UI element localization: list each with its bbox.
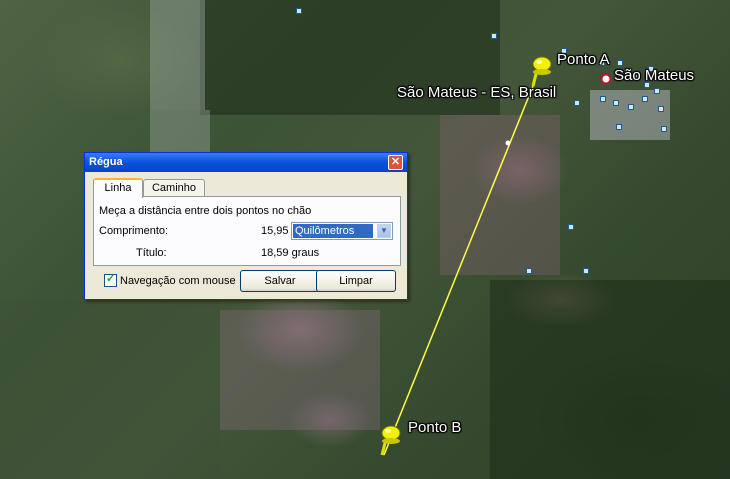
tab-caminho[interactable]: Caminho	[143, 179, 205, 197]
place-label-sao-mateus-es[interactable]: São Mateus - ES, Brasil	[397, 84, 556, 101]
heading-label: Título:	[136, 247, 167, 259]
place-marker-icon[interactable]	[600, 73, 612, 85]
close-icon[interactable]: ✕	[388, 155, 403, 170]
tab-linha[interactable]: Linha	[93, 178, 143, 198]
dialog-titlebar[interactable]: Régua ✕	[85, 153, 407, 172]
unit-select[interactable]: Quilômetros ▼	[291, 222, 393, 240]
line-midpoint	[505, 140, 511, 146]
save-button[interactable]: Salvar	[240, 270, 320, 292]
length-label: Comprimento:	[99, 225, 169, 237]
pin-b-icon[interactable]	[377, 423, 407, 463]
place-label-sao-mateus[interactable]: São Mateus	[614, 67, 694, 84]
pin-a-label[interactable]: Ponto A	[557, 51, 610, 68]
checkmark-icon: ✓	[106, 273, 116, 285]
mouse-nav-label[interactable]: Navegação com mouse	[120, 275, 236, 287]
chevron-down-icon[interactable]: ▼	[377, 224, 391, 238]
mouse-nav-checkbox[interactable]: ✓	[104, 273, 117, 287]
description-text: Meça a distância entre dois pontos no ch…	[99, 205, 312, 217]
unit-select-value: Quilômetros	[293, 224, 373, 238]
clear-button[interactable]: Limpar	[316, 270, 396, 292]
dialog-title: Régua	[89, 156, 123, 168]
length-value: 15,95	[261, 225, 289, 237]
heading-value: 18,59 graus	[261, 247, 320, 259]
ruler-dialog: Régua ✕ Linha Caminho Meça a distância e…	[84, 152, 408, 300]
pin-b-label[interactable]: Ponto B	[408, 419, 461, 436]
